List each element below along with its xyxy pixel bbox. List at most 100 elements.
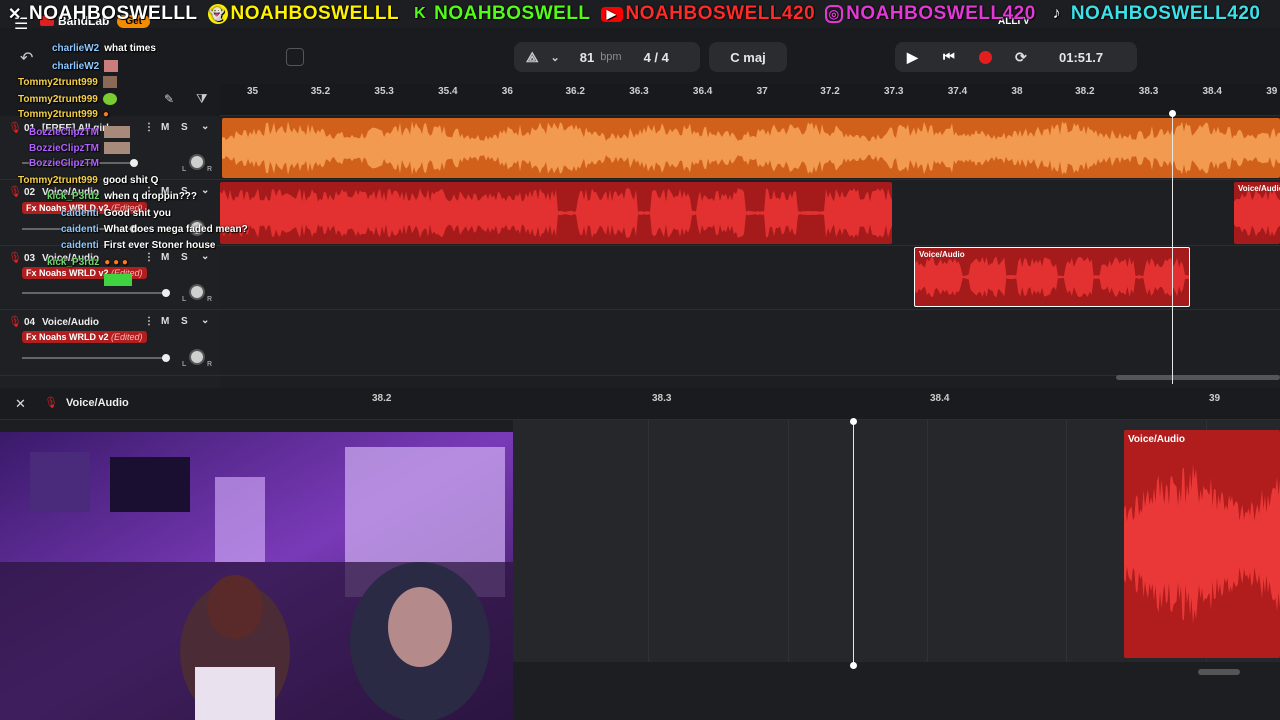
ruler-tick: 37 — [756, 86, 768, 97]
editor-grid[interactable]: Voice/Audio — [513, 420, 1280, 662]
time-signature[interactable]: 4 / 4 — [644, 50, 669, 65]
chat-user: Tommy2trunt999 — [18, 109, 98, 120]
webcam-overlay — [0, 432, 513, 720]
volume-slider[interactable] — [22, 354, 170, 362]
fx-preset-name: Fx Noahs WRLD v2 — [26, 332, 109, 342]
pencil-tool-icon[interactable]: ✎ — [164, 92, 174, 106]
chevron-down-icon[interactable]: ⌄ — [201, 121, 209, 132]
mute-button[interactable]: M — [161, 122, 169, 133]
bpm-unit: bpm — [600, 51, 622, 63]
fx-preset-name: Fx Noahs WRLD v2 — [26, 268, 109, 278]
metronome-icon[interactable]: ⟁ — [526, 49, 539, 66]
chat-message: BozzieClipzTM — [29, 126, 130, 138]
track-lane-02[interactable]: Voice/Audio — [220, 180, 1280, 246]
chat-user: caidenti — [61, 208, 99, 219]
pan-left-label: L — [182, 166, 187, 173]
social-youtube: ▶ NOAHBOSWELL420 — [600, 3, 816, 25]
ruler-tick: 39 — [1266, 86, 1278, 97]
audio-clip[interactable] — [220, 182, 892, 244]
chevron-down-icon[interactable]: ⌄ — [201, 185, 209, 196]
more-icon[interactable]: ⋮ — [144, 316, 154, 327]
pan-knob[interactable] — [189, 284, 205, 300]
track-header-04[interactable]: 🎙 04 Voice/Audio ⋮ M S ⌄ Fx Noahs WRLD v… — [0, 310, 220, 376]
chevron-down-icon[interactable]: ⌄ — [201, 315, 209, 326]
fire-emote-icon: ● — [102, 109, 109, 120]
audio-clip-selected[interactable]: Voice/Audio — [914, 247, 1190, 307]
solo-button[interactable]: S — [181, 252, 188, 263]
editor-tick: 38.2 — [372, 393, 392, 404]
play-icon[interactable]: ▶ — [907, 49, 943, 66]
close-icon[interactable]: ✕ — [15, 396, 26, 412]
more-icon[interactable]: ⋮ — [144, 122, 154, 133]
solo-button[interactable]: S — [181, 316, 188, 327]
timeline-ruler[interactable]: 35 35.2 35.3 35.4 36 36.2 36.3 36.4 37 37.2 37.3 37… — [220, 84, 1280, 116]
audio-clip[interactable]: Voice/Audio — [1234, 182, 1280, 244]
waveform — [222, 121, 1280, 175]
track-number: 03 — [24, 253, 36, 264]
chat-user: BozzieClipzTM — [29, 158, 99, 169]
youtube-icon: ▶ — [600, 6, 623, 22]
loop-icon[interactable]: ⟳ — [1015, 49, 1059, 66]
pan-knob[interactable] — [189, 154, 205, 170]
chat-message: caidenti What does mega faded mean? — [61, 224, 248, 235]
pan-knob[interactable] — [189, 349, 205, 365]
ruler-tick: 37.2 — [820, 86, 840, 97]
chat-message: charlieW2 what times — [52, 43, 156, 54]
record-icon[interactable] — [979, 50, 992, 64]
undo-icon[interactable]: ↶ — [20, 48, 33, 68]
chat-message: kick_P3rdz ● ● ● — [47, 257, 128, 268]
bpm-value[interactable]: 81 — [580, 50, 594, 65]
chat-user: Tommy2trunt999 — [18, 76, 98, 88]
horizontal-scrollbar[interactable] — [1116, 375, 1280, 380]
chat-user: kick_P3rdz — [47, 191, 100, 202]
chat-message: caidenti Good shit you — [61, 208, 171, 219]
editor-bottom-strip — [513, 662, 1280, 720]
editor-audio-clip[interactable]: Voice/Audio — [1124, 430, 1280, 658]
emote-icon — [104, 126, 130, 138]
lock-track-icon[interactable] — [286, 48, 304, 66]
track-name: Voice/Audio — [42, 317, 100, 328]
editor-scrollbar[interactable] — [1198, 669, 1240, 675]
audio-clip[interactable] — [222, 118, 1280, 178]
social-handle-kick: NOAHBOSWELL — [434, 3, 591, 24]
chat-message: BozzieClipzTM — [29, 142, 130, 154]
pan-left-label: L — [182, 361, 187, 368]
more-icon[interactable]: ⋮ — [144, 252, 154, 263]
fx-edited-label: (Edited) — [111, 332, 143, 342]
pan-left-label: L — [182, 296, 187, 303]
ruler-tick: 36.3 — [629, 86, 649, 97]
ruler-tick: 35.4 — [438, 86, 458, 97]
chat-user: kick_P3rdz — [47, 257, 100, 268]
track-lane-03[interactable]: Voice/Audio — [220, 246, 1280, 310]
pan-right-label: R — [207, 296, 213, 303]
mute-button[interactable]: M — [161, 252, 169, 263]
chat-text: what times — [104, 43, 156, 54]
editor-playhead[interactable] — [850, 418, 857, 669]
emote-icon — [104, 142, 130, 154]
chevron-down-icon[interactable]: ⌄ — [201, 251, 209, 262]
metronome-bpm-control[interactable]: ⟁ ⌄ 81 bpm 4 / 4 — [514, 42, 700, 72]
track-lane-01[interactable] — [220, 116, 1280, 180]
clip-label: Voice/Audio — [919, 250, 965, 259]
transport-controls: ▶ ⏮ ⟳ 01:51.7 — [895, 42, 1137, 72]
webcam-video — [0, 432, 513, 720]
skip-back-icon[interactable]: ⏮ — [943, 49, 979, 65]
chat-text: Good shit you — [103, 208, 172, 219]
instagram-icon: ◎ — [825, 5, 844, 23]
chat-text: good shit Q — [102, 175, 159, 186]
waveform — [1124, 464, 1280, 624]
playhead[interactable] — [1169, 110, 1176, 384]
chat-user: Tommy2trunt999 — [18, 93, 98, 105]
mute-button[interactable]: M — [161, 316, 169, 327]
chat-message: charlieW2 — [52, 60, 119, 72]
fx-preset-badge[interactable]: Fx Noahs WRLD v2 (Edited) — [22, 331, 147, 343]
filter-icon[interactable]: ⧩ — [196, 91, 208, 107]
editor-header: ✕ 🎙 Voice/Audio 38.2 38.3 38.4 39 — [0, 388, 1280, 420]
emote-icon — [104, 60, 119, 72]
volume-slider[interactable] — [22, 289, 170, 297]
track-lane-04[interactable] — [220, 310, 1280, 376]
solo-button[interactable]: S — [181, 122, 188, 133]
chat-message: BozzieClipzTM — [29, 158, 104, 169]
key-selector[interactable]: C maj — [709, 42, 787, 72]
chevron-down-icon[interactable]: ⌄ — [551, 51, 560, 64]
